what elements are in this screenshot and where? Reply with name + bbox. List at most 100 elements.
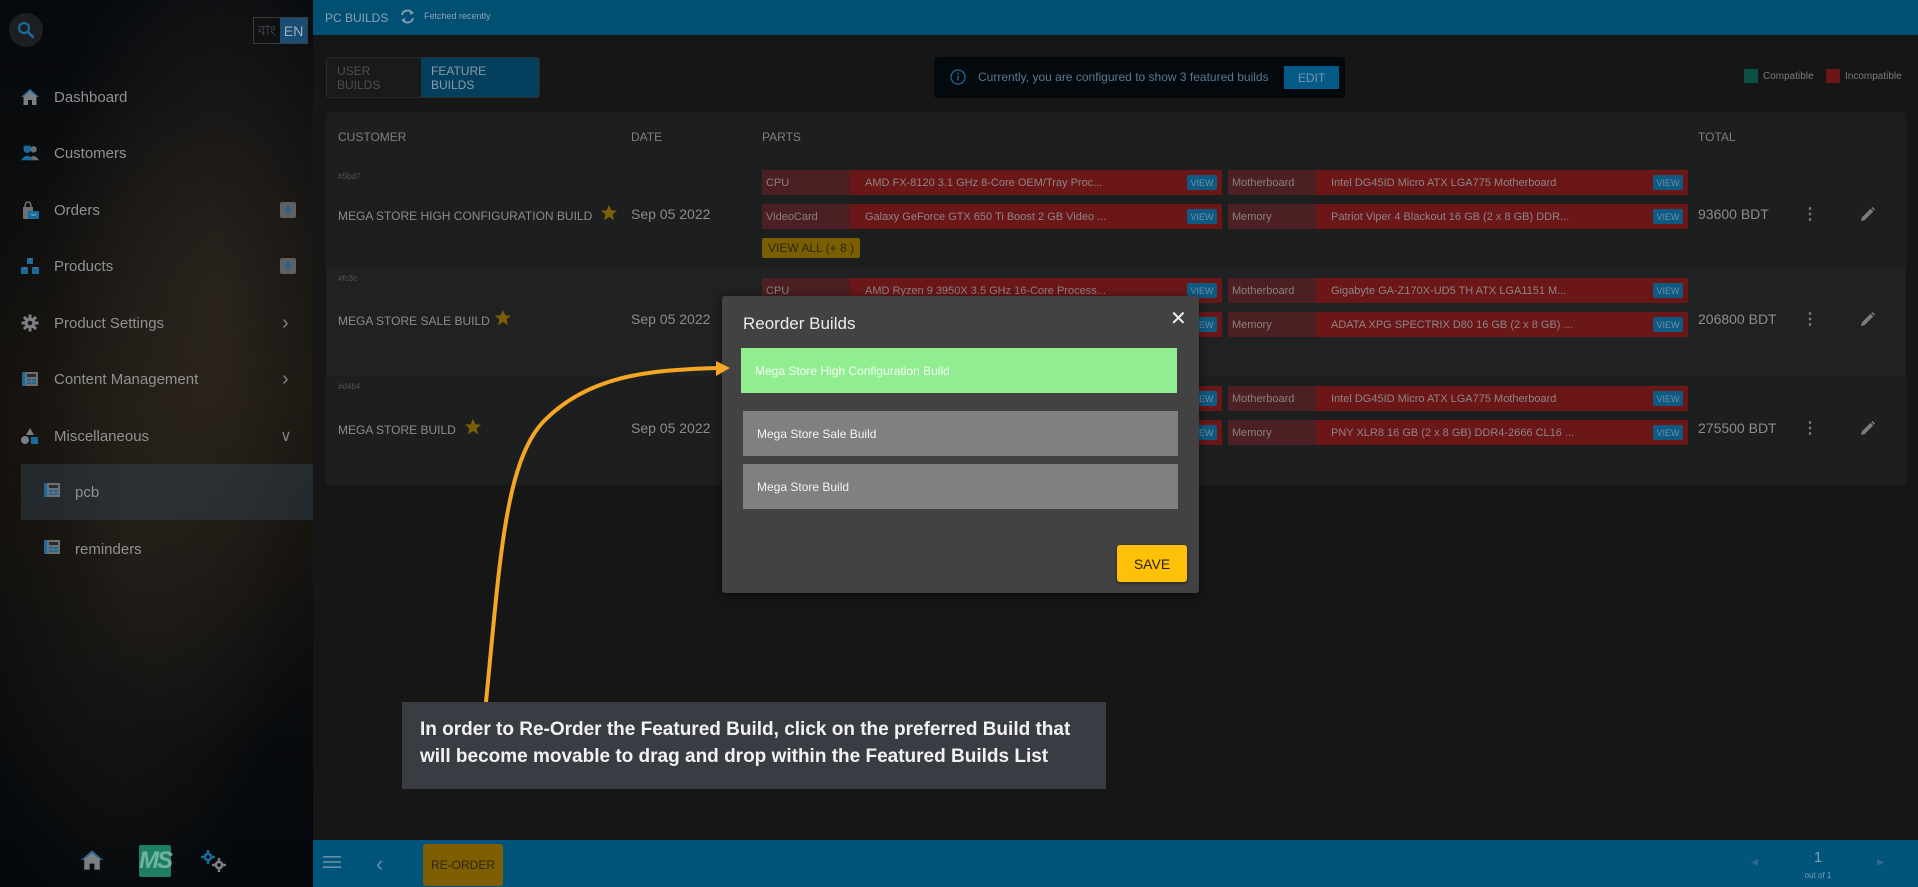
add-product-button[interactable]: + bbox=[280, 258, 296, 274]
build-id: #d4b4 bbox=[338, 382, 361, 391]
part-name: Intel DG45ID Micro ATX LGA775 Motherboar… bbox=[1331, 392, 1557, 405]
table-icon bbox=[20, 369, 40, 389]
sidebar-item-product-settings[interactable]: Product Settings › bbox=[0, 303, 313, 343]
part-chip: Motherboard Intel DG45ID Micro ATX LGA775… bbox=[1228, 386, 1688, 411]
featured-star-icon[interactable] bbox=[464, 418, 482, 441]
edit-featured-count-button[interactable]: EDIT bbox=[1284, 66, 1339, 89]
build-id: #fc3c bbox=[338, 274, 358, 283]
search-button[interactable] bbox=[9, 13, 43, 47]
sidebar-item-label: Miscellaneous bbox=[54, 427, 150, 445]
more-options-icon[interactable]: ⋮ bbox=[1802, 309, 1818, 329]
part-chip: Memory PNY XLR8 16 GB (2 x 8 GB) DDR4-266… bbox=[1228, 420, 1688, 445]
sidebar-item-label: Dashboard bbox=[54, 88, 128, 106]
legend-swatch-incompatible bbox=[1826, 69, 1840, 83]
view-part-button[interactable]: VIEW bbox=[1187, 209, 1217, 224]
sidebar-item-dashboard[interactable]: Dashboard bbox=[0, 77, 313, 117]
more-options-icon[interactable]: ⋮ bbox=[1802, 418, 1818, 438]
view-all-parts-button[interactable]: VIEW ALL (+ 8 ) bbox=[762, 238, 860, 258]
lang-option-bn[interactable]: বাং bbox=[254, 18, 280, 43]
part-chip: Motherboard Gigabyte GA-Z170X-UD5 TH ATX … bbox=[1228, 278, 1688, 303]
dialog-title: Reorder Builds bbox=[743, 314, 856, 333]
sidebar-item-label: Content Management bbox=[54, 370, 199, 388]
featured-star-icon[interactable] bbox=[494, 309, 512, 332]
build-name: MEGA STORE HIGH CONFIGURATION BUILD bbox=[338, 209, 593, 223]
sidebar-item-products[interactable]: Products + bbox=[0, 246, 313, 286]
edit-build-icon[interactable] bbox=[1859, 311, 1876, 333]
featured-star-icon[interactable] bbox=[600, 204, 618, 227]
part-chip: CPU AMD FX-8120 3.1 GHz 8-Core OEM/Tray P… bbox=[762, 170, 1222, 195]
view-part-button[interactable]: VIEW bbox=[1653, 283, 1683, 298]
reorder-item-selected[interactable]: Mega Store High Configuration Build bbox=[741, 348, 1177, 393]
close-icon[interactable]: ✕ bbox=[1170, 306, 1187, 331]
prev-page-icon[interactable]: ◂ bbox=[1751, 853, 1758, 870]
sidebar-item-label: Customers bbox=[54, 144, 127, 162]
part-type: Memory bbox=[1228, 312, 1316, 337]
tab-feature-builds[interactable]: FEATURE BUILDS bbox=[421, 58, 539, 97]
part-name: AMD Ryzen 9 3950X 3.5 GHz 16-Core Proces… bbox=[865, 284, 1106, 297]
part-chip: Motherboard Intel DG45ID Micro ATX LGA775… bbox=[1228, 170, 1688, 195]
info-icon bbox=[950, 69, 966, 90]
boxes-icon bbox=[20, 256, 40, 276]
part-chip: Memory Patriot Viper 4 Blackout 16 GB (2 … bbox=[1228, 204, 1688, 229]
view-part-button[interactable]: VIEW bbox=[1653, 209, 1683, 224]
gear-icon bbox=[20, 313, 40, 333]
sidebar: বাং EN Dashboard Customers Orders + Prod… bbox=[0, 0, 313, 887]
reorder-item[interactable]: Mega Store Build bbox=[743, 464, 1178, 509]
legend-label: Incompatible bbox=[1845, 70, 1902, 82]
build-name: MEGA STORE SALE BUILD bbox=[338, 314, 490, 328]
chevron-right-icon: › bbox=[282, 311, 289, 334]
view-part-button[interactable]: VIEW bbox=[1653, 391, 1683, 406]
reorder-button[interactable]: RE-ORDER bbox=[423, 844, 503, 886]
hamburger-icon bbox=[323, 856, 341, 868]
users-icon bbox=[20, 143, 40, 163]
bottom-bar: ‹ RE-ORDER ◂ 1 out of 1 ▸ bbox=[313, 840, 1918, 887]
view-part-button[interactable]: VIEW bbox=[1653, 317, 1683, 332]
build-total: 93600 BDT bbox=[1698, 206, 1769, 222]
sidebar-subitem-label: pcb bbox=[75, 483, 100, 501]
tab-user-builds[interactable]: USER BUILDS bbox=[327, 58, 421, 97]
lang-option-en[interactable]: EN bbox=[279, 18, 308, 43]
part-chip: VideoCard Galaxy GeForce GTX 650 Ti Boost… bbox=[762, 204, 1222, 229]
pagination: ◂ 1 out of 1 ▸ bbox=[1751, 848, 1918, 887]
sidebar-item-label: Product Settings bbox=[54, 314, 165, 332]
notice-message: Currently, you are configured to show 3 … bbox=[978, 70, 1269, 84]
sidebar-item-customers[interactable]: Customers bbox=[0, 133, 313, 173]
more-options-icon[interactable]: ⋮ bbox=[1802, 204, 1818, 224]
app-logo[interactable]: MS bbox=[139, 845, 173, 877]
menu-button[interactable] bbox=[323, 854, 341, 875]
view-part-button[interactable]: VIEW bbox=[1653, 425, 1683, 440]
back-chevron-icon[interactable]: ‹ bbox=[376, 851, 383, 877]
edit-build-icon[interactable] bbox=[1859, 420, 1876, 442]
part-type: Motherboard bbox=[1228, 386, 1316, 411]
add-order-button[interactable]: + bbox=[280, 202, 296, 218]
tutorial-tooltip: In order to Re-Order the Featured Build,… bbox=[402, 702, 1106, 789]
reorder-item[interactable]: Mega Store Sale Build bbox=[743, 411, 1178, 456]
part-type: Memory bbox=[1228, 204, 1316, 229]
home-button[interactable] bbox=[80, 849, 104, 876]
sidebar-subitem-pcb[interactable]: pcb bbox=[21, 464, 313, 520]
legend-compatible: Compatible bbox=[1744, 69, 1814, 83]
part-name: PNY XLR8 16 GB (2 x 8 GB) DDR4-2666 CL16… bbox=[1331, 426, 1575, 439]
sidebar-subitem-reminders[interactable]: reminders bbox=[21, 521, 313, 577]
part-name: Intel DG45ID Micro ATX LGA775 Motherboar… bbox=[1331, 176, 1557, 189]
view-part-button[interactable]: VIEW bbox=[1187, 175, 1217, 190]
sidebar-item-content-management[interactable]: Content Management › bbox=[0, 359, 313, 399]
sidebar-footer: MS bbox=[0, 845, 313, 881]
sidebar-item-miscellaneous[interactable]: Miscellaneous ∨ bbox=[0, 416, 313, 456]
part-chip: Memory ADATA XPG SPECTRIX D80 16 GB (2 x … bbox=[1228, 312, 1688, 337]
save-button[interactable]: SAVE bbox=[1117, 545, 1187, 582]
build-date: Sep 05 2022 bbox=[631, 311, 711, 327]
part-name: Galaxy GeForce GTX 650 Ti Boost 2 GB Vid… bbox=[865, 210, 1107, 223]
sidebar-item-orders[interactable]: Orders + bbox=[0, 190, 313, 230]
settings-button[interactable] bbox=[200, 849, 228, 878]
part-type: VideoCard bbox=[762, 204, 850, 229]
refresh-icon bbox=[401, 9, 414, 24]
language-toggle[interactable]: বাং EN bbox=[253, 17, 309, 44]
refresh-button[interactable] bbox=[399, 8, 416, 30]
view-part-button[interactable]: VIEW bbox=[1653, 175, 1683, 190]
top-bar: PC BUILDS Fetched recently bbox=[313, 0, 1918, 35]
table-icon bbox=[43, 538, 61, 561]
edit-build-icon[interactable] bbox=[1859, 206, 1876, 228]
next-page-icon[interactable]: ▸ bbox=[1877, 853, 1884, 870]
table-row[interactable]: #5bd7 MEGA STORE HIGH CONFIGURATION BUIL… bbox=[326, 160, 1906, 268]
